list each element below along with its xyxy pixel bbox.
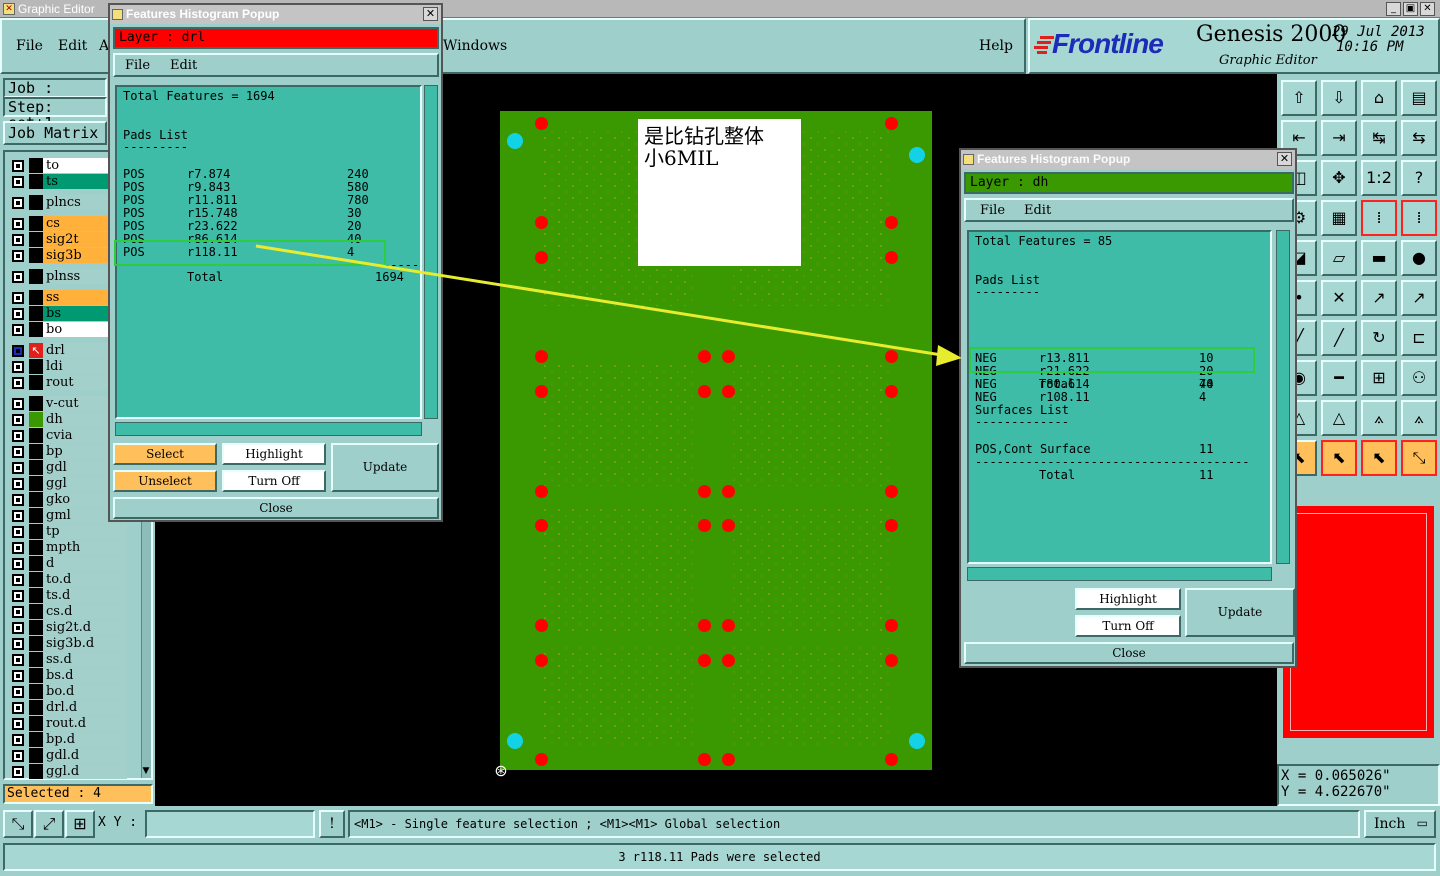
status-message: 3 r118.11 Pads were selected	[3, 843, 1436, 871]
unit-dropdown-icon: ▭	[1416, 816, 1428, 830]
hint-text: <M1> - Single feature selection ; <M1><M…	[348, 810, 1360, 838]
unit-selector[interactable]: Inch ▭	[1364, 810, 1436, 838]
zoom-home-icon[interactable]: ⤡	[3, 810, 33, 838]
grid-icon[interactable]: ⊞	[65, 810, 95, 838]
info-icon[interactable]: !	[319, 810, 345, 838]
comparison-arrow	[255, 244, 962, 366]
unit-label: Inch	[1374, 816, 1406, 832]
zoom-fit-icon[interactable]: ⤢	[34, 810, 64, 838]
xy-label: X Y :	[98, 815, 138, 830]
xy-input[interactable]	[145, 810, 315, 838]
